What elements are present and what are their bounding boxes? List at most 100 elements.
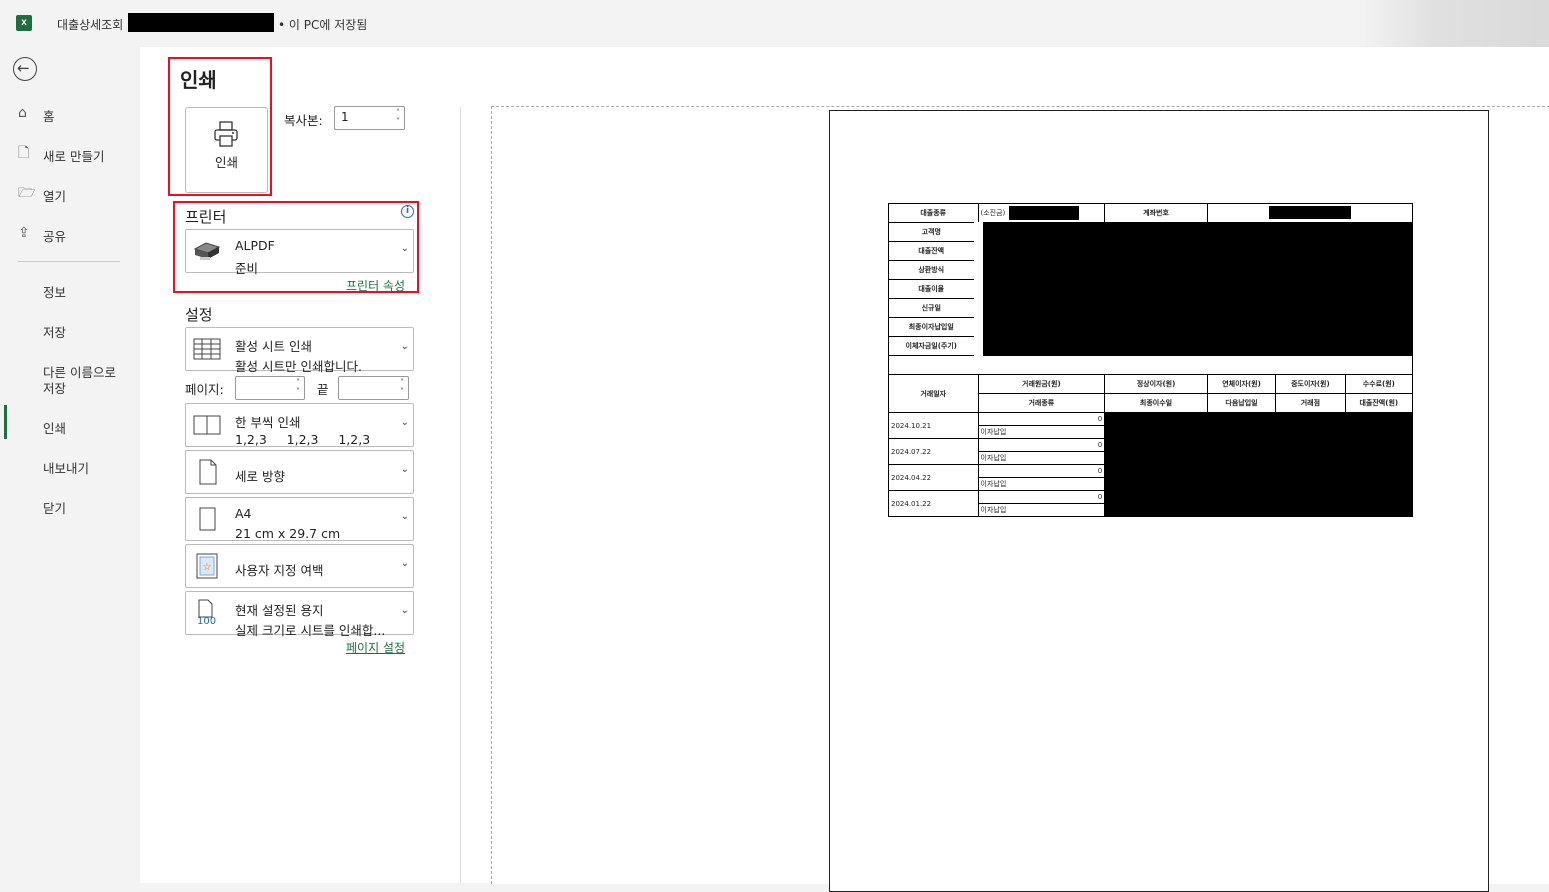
nav-save[interactable]: 저장: [0, 316, 140, 344]
print-scope-dropdown[interactable]: 활성 시트 인쇄 활성 시트만 인쇄합니다. ⌄: [185, 327, 414, 374]
paper-size-icon: [199, 507, 216, 531]
chevron-down-icon: ⌄: [400, 417, 409, 428]
header-principal: 거래원금(원): [977, 374, 1106, 394]
nav-save-as[interactable]: 다른 이름으로 저장: [0, 356, 140, 396]
printer-dropdown[interactable]: ALPDF 준비 ⌄: [185, 229, 414, 276]
loan-detail-table: 대출종류 (소진금) 계좌번호 고객명 대출잔액 상환방식 대출이율 신규일 최…: [888, 203, 1414, 517]
tx-amount: 0: [977, 438, 1106, 452]
header-balance: 대출잔액(원): [1344, 393, 1414, 413]
share-icon: ⇪: [18, 225, 30, 241]
chevron-down-icon: ⌄: [400, 341, 409, 352]
nav-home[interactable]: ⌂ 홈: [0, 100, 140, 128]
title-bar: x 대출상세조회 • 이 PC에 저장됨: [0, 0, 1549, 47]
header-tx-type: 거래종류: [977, 393, 1106, 413]
header-normal-interest: 정상이자(원): [1104, 374, 1208, 394]
svg-text:☆: ☆: [203, 562, 212, 573]
document-title: 대출상세조회: [57, 18, 124, 32]
printer-properties-link[interactable]: 프린터 속성: [346, 277, 405, 294]
page-setup-link[interactable]: 페이지 설정: [346, 639, 405, 656]
tx-type: 이자납입: [977, 451, 1106, 465]
printer-device-icon: [193, 242, 221, 260]
value-account-number: [1206, 203, 1414, 223]
tx-date: 2024.10.21: [888, 412, 979, 439]
header-branch: 거래점: [1275, 393, 1346, 413]
page-to-stepper[interactable]: ˄ ˅: [338, 376, 409, 400]
tx-amount: 0: [977, 464, 1106, 478]
pages-label: 페이지:: [185, 382, 224, 397]
chevron-down-icon: ⌄: [400, 558, 409, 569]
back-arrow-icon[interactable]: [13, 57, 37, 81]
tx-date: 2024.04.22: [888, 464, 979, 491]
scaling-dropdown[interactable]: 100 현재 설정된 용지 실제 크기로 시트를 인쇄합... ⌄: [185, 591, 414, 638]
label-loan-rate: 대출이율: [888, 279, 979, 299]
redacted-block: [128, 13, 274, 32]
folder-open-icon: 🗁: [18, 185, 36, 201]
copies-stepper[interactable]: 1 ˄ ˅: [334, 106, 405, 130]
tx-date: 2024.07.22: [888, 438, 979, 465]
preview-page: 대출종류 (소진금) 계좌번호 고객명 대출잔액 상환방식 대출이율 신규일 최…: [829, 110, 1489, 892]
header-tx-date: 거래일자: [888, 374, 979, 413]
tx-type: 이자납입: [977, 477, 1106, 491]
new-file-icon: 🗋: [18, 145, 30, 161]
print-button[interactable]: 인쇄: [185, 107, 268, 193]
print-settings-panel: 인쇄 인쇄 복사본: 1 ˄ ˅ 프린터 i ALPDF 준비 ⌄ 프린터 속성…: [140, 47, 460, 883]
to-label: 끝: [317, 382, 329, 397]
header-mid-interest: 중도이자(원): [1275, 374, 1346, 394]
label-account-number: 계좌번호: [1104, 203, 1208, 223]
nav-info[interactable]: 정보: [0, 276, 140, 304]
settings-section-title: 설정: [185, 306, 213, 324]
label-open-date: 신규일: [888, 298, 979, 318]
header-overdue-interest: 연체이자(원): [1206, 374, 1277, 394]
tx-type: 이자납입: [977, 425, 1106, 439]
nav-share[interactable]: ⇪ 공유: [0, 220, 140, 248]
nav-export[interactable]: 내보내기: [0, 452, 140, 480]
nav-print[interactable]: 인쇄: [0, 412, 140, 440]
blank-row: [888, 355, 1413, 375]
nav-close[interactable]: 닫기: [0, 492, 140, 520]
portrait-page-icon: [199, 459, 217, 485]
page-from-stepper[interactable]: ˄ ˅: [235, 376, 305, 400]
nav-new[interactable]: 🗋 새로 만들기: [0, 140, 140, 168]
copies-label: 복사본:: [284, 113, 323, 128]
chevron-down-icon: ⌄: [400, 605, 409, 616]
scaling-icon-label: 100: [197, 616, 217, 627]
printer-icon: [214, 121, 238, 147]
stepper-arrows-icon[interactable]: ˄ ˅: [296, 378, 300, 396]
label-loan-balance: 대출잔액: [888, 241, 979, 261]
title-decoration: [1359, 0, 1549, 47]
excel-icon: x: [16, 15, 32, 31]
nav-divider: [18, 261, 120, 262]
collate-dropdown[interactable]: 한 부씩 인쇄 1,2,3 1,2,3 1,2,3 ⌄: [185, 403, 414, 447]
label-last-interest-date: 최종이자납입일: [888, 317, 979, 337]
label-repayment-method: 상환방식: [888, 260, 979, 280]
tx-amount: 0: [977, 490, 1106, 504]
label-customer-name: 고객명: [888, 222, 979, 242]
chevron-down-icon: ⌄: [400, 511, 409, 522]
home-icon: ⌂: [18, 105, 27, 121]
label-loan-type: 대출종류: [888, 203, 979, 223]
collate-icon: [193, 415, 221, 435]
header-last-paid: 최종이수일: [1104, 393, 1208, 413]
chevron-down-icon: ⌄: [400, 243, 409, 254]
print-view: 인쇄 인쇄 복사본: 1 ˄ ˅ 프린터 i ALPDF 준비 ⌄ 프린터 속성…: [140, 47, 1549, 892]
printer-section-title: 프린터: [185, 208, 227, 226]
tx-type: 이자납입: [977, 503, 1106, 517]
tx-date: 2024.01.22: [888, 490, 979, 517]
panel-divider: [460, 107, 461, 883]
backstage-sidebar: ⌂ 홈 🗋 새로 만들기 🗁 열기 ⇪ 공유 정보 저장 다른 이름으로 저장 …: [0, 47, 140, 883]
paper-size-dropdown[interactable]: A4 21 cm x 29.7 cm ⌄: [185, 497, 414, 541]
sheet-grid-icon: [193, 338, 221, 360]
redacted-details: [973, 222, 1413, 356]
stepper-arrows-icon[interactable]: ˄ ˅: [396, 108, 400, 126]
stepper-arrows-icon[interactable]: ˄ ˅: [400, 378, 404, 396]
header-fee: 수수료(원): [1344, 374, 1414, 394]
save-status: • 이 PC에 저장됨: [278, 18, 368, 32]
orientation-dropdown[interactable]: 세로 방향 ⌄: [185, 450, 414, 494]
label-transfer-date: 이체자금일(주기): [888, 336, 979, 356]
value-loan-type: (소진금): [977, 203, 1106, 223]
redacted-transactions: [1104, 412, 1413, 517]
info-icon[interactable]: i: [401, 205, 414, 218]
margins-dropdown[interactable]: ☆ 사용자 지정 여백 ⌄: [185, 544, 414, 588]
nav-open[interactable]: 🗁 열기: [0, 180, 140, 208]
header-next-payment: 다음납입일: [1206, 393, 1277, 413]
